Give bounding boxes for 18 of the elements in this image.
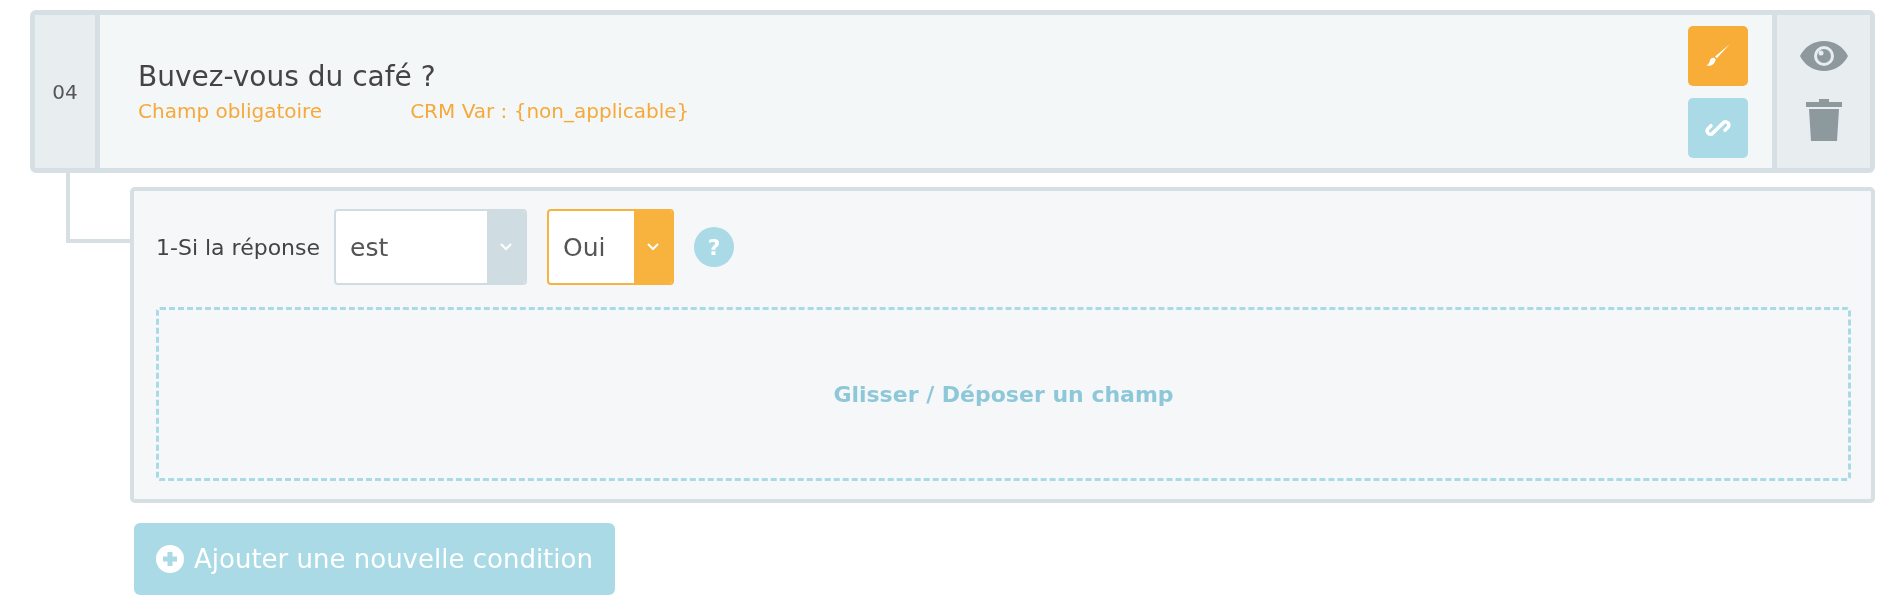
eye-icon[interactable] xyxy=(1799,40,1848,71)
plus-circle-icon xyxy=(156,545,184,573)
crm-var-label: CRM Var : {non_applicable} xyxy=(410,99,690,123)
link-button[interactable] xyxy=(1688,97,1748,158)
condition-label: 1-Si la réponse xyxy=(156,234,321,260)
dropzone[interactable]: Glisser / Déposer un champ xyxy=(156,307,1851,481)
trash-icon[interactable] xyxy=(1803,96,1844,143)
operator-select[interactable]: est xyxy=(334,209,528,285)
question-title: Buvez-vous du café ? xyxy=(138,60,437,93)
help-button[interactable]: ? xyxy=(694,227,735,267)
question-number: 04 xyxy=(35,15,100,168)
required-label: Champ obligatoire xyxy=(138,99,323,123)
add-condition-button[interactable]: Ajouter une nouvelle condition xyxy=(134,523,615,595)
dropzone-hint: Glisser / Déposer un champ xyxy=(833,381,1174,407)
caret-icon xyxy=(500,243,513,251)
paintbrush-button[interactable] xyxy=(1688,25,1748,86)
caret-icon xyxy=(647,243,660,251)
value-select[interactable]: Oui xyxy=(547,209,675,285)
